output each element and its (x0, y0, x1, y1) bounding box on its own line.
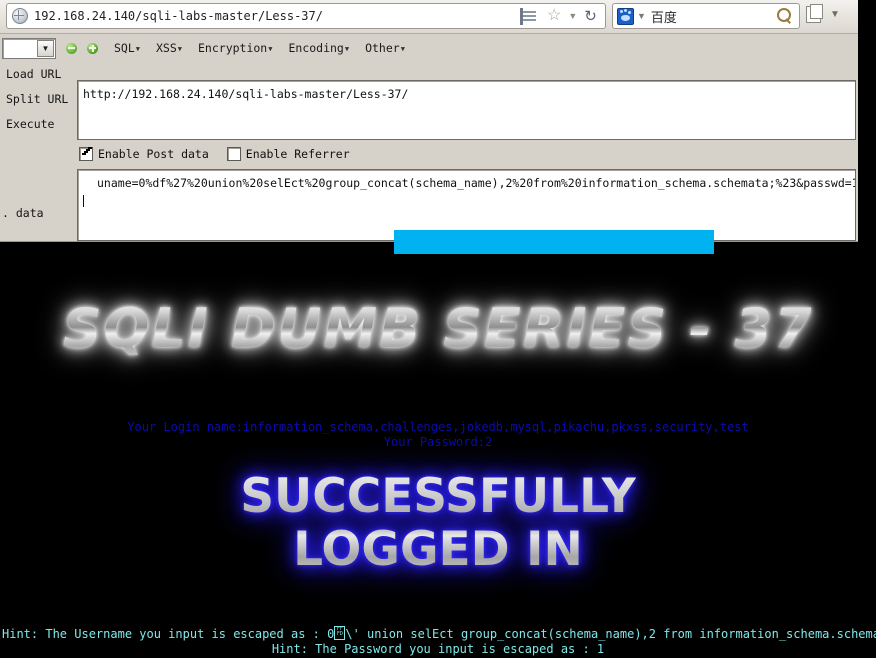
browser-toolbar: 192.168.24.140/sqli-labs-master/Less-37/… (0, 0, 858, 34)
hackbar-menu-xss[interactable]: XSS▼ (156, 41, 182, 55)
split-url-button[interactable]: Split URL (0, 87, 75, 112)
password-result: Your Password:2 (383, 435, 493, 449)
chevron-down-icon[interactable]: ▼ (637, 11, 646, 21)
chevron-down-icon[interactable]: ▼ (830, 9, 840, 20)
search-bar[interactable]: ▼ 百度 (612, 3, 800, 29)
window-right-edge (858, 0, 876, 242)
magnifier-icon[interactable] (776, 8, 792, 24)
enable-referrer-checkbox[interactable] (226, 147, 241, 161)
enable-referrer-label: Enable Referrer (245, 147, 350, 161)
success-line-2: LOGGED IN (293, 522, 583, 577)
address-bar-actions: ☆ ▼ ↻ (520, 4, 597, 28)
hint-password: Hint: The Password you input is escaped … (271, 642, 605, 656)
hackbar-url-input[interactable]: http://192.168.24.140/sqli-labs-master/L… (77, 80, 856, 140)
login-name-result: Your Login name:information_schema,chall… (127, 420, 749, 434)
search-engine-label: 百度 (650, 10, 677, 26)
hackbar-preset-select[interactable]: ▼ (2, 37, 56, 59)
page-copy-icon[interactable] (806, 4, 823, 23)
hackbar-post-data-value: uname=0%df%27%20union%20selEct%20group_c… (97, 176, 855, 190)
hackbar-menu-other[interactable]: Other▼ (365, 41, 405, 55)
browser-window: 192.168.24.140/sqli-labs-master/Less-37/… (0, 0, 876, 658)
replacement-char-bottom: FD (336, 631, 343, 637)
address-bar[interactable]: 192.168.24.140/sqli-labs-master/Less-37/ (6, 3, 606, 29)
page-title: SQLI DUMB SERIES - 37 (0, 297, 876, 360)
minus-circle-icon[interactable] (66, 42, 77, 54)
post-data-label: . data (2, 206, 44, 220)
chevron-down-icon[interactable]: ▼ (37, 39, 54, 57)
chevron-down-icon[interactable]: ▼ (568, 8, 577, 24)
enable-post-data-checkbox[interactable] (79, 147, 93, 161)
plus-circle-icon[interactable] (87, 42, 98, 54)
star-icon[interactable]: ☆ (547, 8, 561, 24)
hackbar-menu-encryption[interactable]: Encryption▼ (198, 41, 272, 55)
feed-icon[interactable] (520, 7, 540, 25)
enable-post-data-label: Enable Post data (98, 147, 209, 161)
address-bar-url: 192.168.24.140/sqli-labs-master/Less-37/ (34, 9, 323, 23)
hint-username-suffix: \' union selEct group_concat(schema_name… (345, 627, 876, 641)
load-url-button[interactable]: Load URL (0, 62, 75, 87)
hackbar-toolbar: ▼ SQL▼ XSS▼ Encryption▼ Encoding▼ Other▼ (0, 34, 858, 62)
replacement-char-glyph: FF FD (334, 626, 346, 640)
success-banner: SUCCESSFULLY LOGGED IN (0, 470, 876, 576)
hackbar-checkbox-row: Enable Post data Enable Referrer (79, 144, 350, 164)
toolbar-right-actions: ▼ (806, 4, 840, 23)
globe-icon (12, 8, 28, 24)
hackbar-url-value: http://192.168.24.140/sqli-labs-master/L… (83, 87, 409, 101)
success-line-1: SUCCESSFULLY (240, 469, 636, 524)
reload-icon[interactable]: ↻ (584, 8, 597, 24)
hackbar-menu-sql[interactable]: SQL▼ (114, 41, 140, 55)
page-content: SQLI DUMB SERIES - 37 Your Login name:in… (0, 230, 876, 658)
hint-username-prefix: Hint: The Username you input is escaped … (2, 627, 335, 641)
execute-button[interactable]: Execute (0, 112, 75, 137)
hackbar-panel: ▼ SQL▼ XSS▼ Encryption▼ Encoding▼ Other▼… (0, 34, 858, 242)
hint-username: Hint: The Username you input is escaped … (0, 626, 876, 641)
hackbar-menu-encoding[interactable]: Encoding▼ (288, 41, 349, 55)
cyan-banner (394, 230, 714, 254)
baidu-paw-icon[interactable] (617, 7, 634, 25)
text-caret (83, 195, 84, 207)
